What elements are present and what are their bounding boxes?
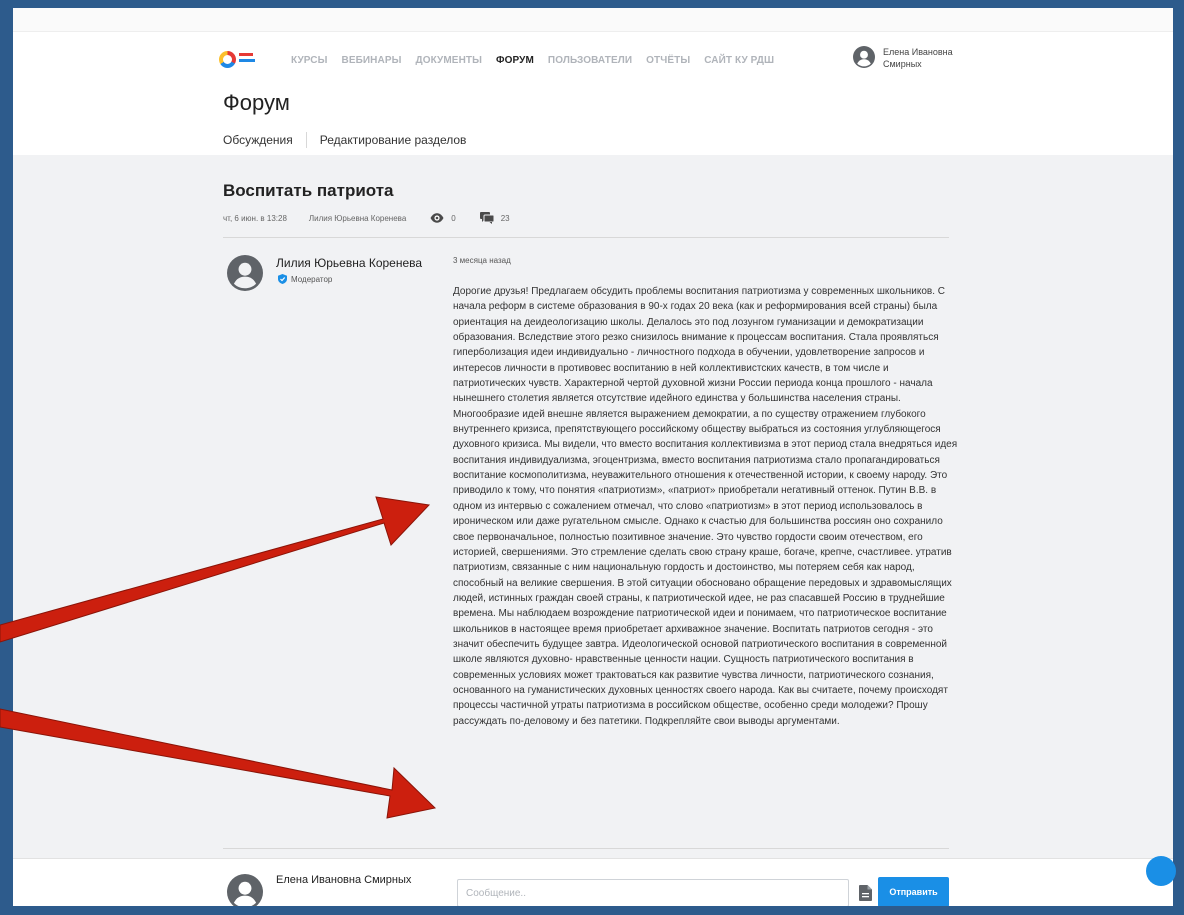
tab-discussions[interactable]: Обсуждения — [223, 133, 293, 147]
eye-icon — [430, 213, 444, 223]
help-button[interactable] — [1146, 856, 1176, 886]
post-time: 3 месяца назад — [453, 256, 511, 265]
user-avatar-icon — [853, 46, 875, 68]
send-button[interactable]: Отправить — [878, 877, 949, 906]
user-menu[interactable]: Елена Ивановна Смирных — [853, 46, 973, 70]
main-nav: КУРСЫ ВЕБИНАРЫ ДОКУМЕНТЫ ФОРУМ ПОЛЬЗОВАТ… — [291, 55, 774, 66]
divider — [223, 848, 949, 849]
thread-meta: чт, 6 июн. в 13:28 Лилия Юрьевна Коренев… — [223, 212, 510, 224]
nav-forum[interactable]: ФОРУМ — [496, 55, 534, 66]
top-strip — [13, 8, 1173, 32]
thread-date: чт, 6 июн. в 13:28 — [223, 213, 287, 223]
forum-subnav: Обсуждения Редактирование разделов — [223, 132, 466, 148]
user-name: Елена Ивановна Смирных — [883, 47, 953, 69]
nav-reports[interactable]: ОТЧЁТЫ — [646, 55, 690, 66]
logo[interactable] — [219, 48, 255, 70]
moderator-badge: Модератор — [278, 274, 332, 284]
page-title: Форум — [223, 90, 290, 115]
author-avatar-icon — [227, 255, 263, 291]
nav-documents[interactable]: ДОКУМЕНТЫ — [416, 55, 483, 66]
thread-title: Воспитать патриота — [223, 181, 394, 200]
nav-site[interactable]: САЙТ КУ РДШ — [704, 55, 774, 66]
divider — [223, 237, 949, 238]
nav-users[interactable]: ПОЛЬЗОВАТЕЛИ — [548, 55, 632, 66]
attach-file-icon[interactable] — [859, 885, 872, 901]
post-body: Дорогие друзья! Предлагаем обсудить проб… — [453, 286, 958, 727]
views-count: 0 — [451, 213, 456, 223]
tab-edit-sections[interactable]: Редактирование разделов — [320, 133, 467, 147]
shield-icon — [278, 274, 287, 284]
comments-icon — [479, 212, 494, 224]
author-role-label: Модератор — [291, 274, 333, 284]
app-window: КУРСЫ ВЕБИНАРЫ ДОКУМЕНТЫ ФОРУМ ПОЛЬЗОВАТ… — [13, 8, 1173, 906]
nav-courses[interactable]: КУРСЫ — [291, 55, 328, 66]
nav-webinars[interactable]: ВЕБИНАРЫ — [342, 55, 402, 66]
reply-user-name: Елена Ивановна Смирных — [276, 874, 412, 886]
views-stat: 0 — [430, 213, 456, 223]
comments-count: 23 — [500, 213, 510, 223]
thread-author[interactable]: Лилия Юрьевна Коренева — [309, 214, 406, 223]
comments-stat: 23 — [479, 212, 510, 224]
logo-mark-icon — [219, 51, 236, 68]
message-input[interactable] — [457, 879, 849, 906]
reply-avatar-icon — [227, 874, 263, 906]
post-author-name[interactable]: Лилия Юрьевна Коренева — [276, 256, 422, 270]
subnav-divider — [305, 132, 307, 148]
